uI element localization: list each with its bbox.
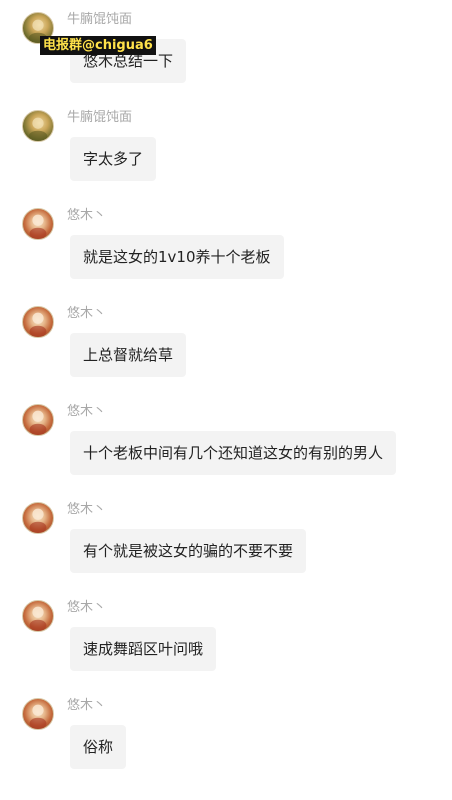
watermark-label: 电报群@chigua6 — [40, 36, 156, 55]
user-avatar[interactable] — [22, 698, 54, 730]
sender-name: 悠木丶 — [67, 502, 107, 517]
sender-name: 悠木丶 — [67, 404, 107, 419]
chat-message: 悠木丶 俗称 — [0, 698, 452, 796]
sender-name: 悠木丶 — [67, 698, 107, 713]
message-bubble[interactable]: 速成舞蹈区叶问哦 — [70, 627, 217, 671]
chat-message: 悠木丶 就是这女的1v10养十个老板 — [0, 208, 452, 306]
chat-message: 悠木丶 有个就是被这女的骗的不要不要 — [0, 502, 452, 600]
sender-name: 牛腩馄饨面 — [67, 110, 133, 125]
user-avatar[interactable] — [22, 110, 54, 142]
sender-name: 悠木丶 — [67, 208, 107, 223]
chat-message: 悠木丶 速成舞蹈区叶问哦 — [0, 600, 452, 698]
message-bubble[interactable]: 上总督就给草 — [70, 333, 187, 377]
user-avatar[interactable] — [22, 600, 54, 632]
sender-name: 牛腩馄饨面 — [67, 12, 133, 27]
user-avatar[interactable] — [22, 502, 54, 534]
user-avatar[interactable] — [22, 404, 54, 436]
chat-message: 悠木丶 十个老板中间有几个还知道这女的有别的男人 — [0, 404, 452, 502]
chat-message: 悠木丶 上总督就给草 — [0, 306, 452, 404]
chat-message: 牛腩馄饨面 字太多了 — [0, 110, 452, 208]
sender-name: 悠木丶 — [67, 306, 107, 321]
message-bubble[interactable]: 俗称 — [70, 725, 127, 769]
sender-name: 悠木丶 — [67, 600, 107, 615]
message-bubble[interactable]: 字太多了 — [70, 137, 157, 181]
message-bubble[interactable]: 十个老板中间有几个还知道这女的有别的男人 — [70, 431, 397, 475]
message-bubble[interactable]: 有个就是被这女的骗的不要不要 — [70, 529, 307, 573]
message-bubble[interactable]: 就是这女的1v10养十个老板 — [70, 235, 284, 279]
user-avatar[interactable] — [22, 306, 54, 338]
chat-message: 牛腩馄饨面 悠木总结一下 — [0, 12, 452, 110]
user-avatar[interactable] — [22, 208, 54, 240]
